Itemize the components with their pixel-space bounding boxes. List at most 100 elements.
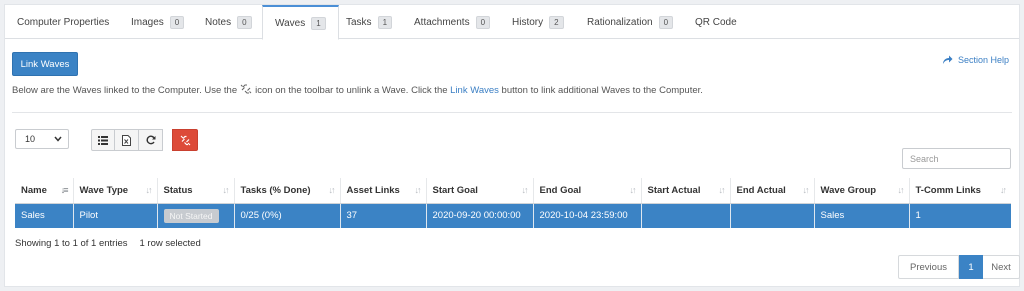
count-badge: 2 — [549, 15, 564, 29]
count-badge: 0 — [237, 15, 252, 29]
sort-icon: ↓↑ — [145, 185, 153, 195]
count-badge: 0 — [475, 15, 491, 29]
tab-label: History — [512, 16, 544, 28]
header-label: Asset Links — [346, 184, 400, 196]
header-label: Status — [163, 184, 193, 196]
tab-notes[interactable]: Notes 0 — [193, 5, 264, 39]
tab-history[interactable]: History 2 — [500, 5, 576, 39]
header-label: Name — [21, 184, 47, 196]
sort-icon: ↓↑ — [718, 185, 726, 195]
column-header-start-goal[interactable]: Start Goal ↓↑ — [426, 178, 534, 204]
excel-file-icon — [122, 134, 131, 146]
column-header-end-actual[interactable]: End Actual ↓↑ — [730, 178, 815, 204]
column-header-tcomm-links[interactable]: T-Comm Links ↓↑ — [909, 178, 1011, 204]
description-part: Below are the Waves linked to the Comput… — [12, 85, 238, 96]
tab-rationalization[interactable]: Rationalization 0 — [575, 5, 685, 39]
entries-info: Showing 1 to 1 of 1 entries — [15, 238, 128, 249]
link-waves-button[interactable]: Link Waves — [12, 52, 78, 76]
sort-icon: ↓↑ — [897, 185, 905, 195]
cell-name: Sales — [15, 203, 74, 228]
count-badge: 1 — [377, 15, 393, 29]
link-waves-inline-link[interactable]: Link Waves — [450, 85, 499, 96]
column-header-wave-type[interactable]: Wave Type ↓↑ — [73, 178, 158, 204]
refresh-icon — [146, 135, 155, 145]
tab-label: Computer Properties — [17, 16, 110, 28]
next-page-button[interactable]: Next — [983, 255, 1020, 279]
tab-label: Images — [131, 16, 164, 28]
table-header-row: Name ↓≡ Wave Type ↓↑ Status ↓↑ Tasks (% Don… — [15, 178, 1011, 204]
count-badge: 0 — [169, 15, 185, 29]
page-1-button[interactable]: 1 — [959, 255, 983, 279]
page-length-select[interactable]: 10 — [15, 129, 69, 149]
table-row[interactable]: Sales Pilot Not Started 0/25 (0%) 37 202… — [15, 203, 1011, 228]
tab-images[interactable]: Images 0 — [119, 5, 196, 39]
sort-icon: ↓↑ — [222, 185, 230, 195]
sort-icon: ↓↑ — [1000, 185, 1007, 195]
column-header-wave-group[interactable]: Wave Group ↓↑ — [814, 178, 910, 204]
column-header-end-goal[interactable]: End Goal ↓↑ — [533, 178, 642, 204]
waves-table: Name ↓≡ Wave Type ↓↑ Status ↓↑ Tasks (% Don… — [15, 178, 1011, 228]
section-help-label: Section Help — [957, 55, 1009, 65]
list-icon — [98, 135, 108, 145]
count-badge: 0 — [658, 15, 674, 29]
sort-icon: ↓↑ — [629, 185, 637, 195]
tab-computer-properties[interactable]: Computer Properties — [5, 5, 121, 39]
share-arrow-icon — [942, 55, 953, 64]
header-label: End Actual — [736, 184, 786, 196]
tab-attachments[interactable]: Attachments 0 — [402, 5, 502, 39]
cell-status: Not Started — [157, 203, 235, 228]
tab-label: QR Code — [695, 16, 737, 28]
header-label: Wave Group — [820, 184, 877, 196]
cell-start-actual — [641, 203, 731, 228]
table-info: Showing 1 to 1 of 1 entries 1 row selecte… — [15, 238, 201, 249]
cell-start-goal: 2020-09-20 00:00:00 — [426, 203, 534, 228]
header-label: T-Comm Links — [915, 184, 981, 196]
cell-tcomm-links: 1 — [909, 203, 1011, 228]
export-excel-button[interactable] — [115, 129, 139, 151]
description-text: Below are the Waves linked to the Comput… — [12, 84, 703, 96]
tab-qr-code[interactable]: QR Code — [683, 5, 749, 39]
previous-page-button[interactable]: Previous — [898, 255, 959, 279]
description-part: button to link additional Waves to the C… — [501, 85, 703, 96]
sort-icon: ↓↑ — [414, 185, 422, 195]
tab-tasks[interactable]: Tasks 1 — [334, 5, 404, 39]
tab-bar: Computer Properties Images 0 Notes 0 Waves… — [5, 5, 1019, 40]
page-length-value: 10 — [25, 134, 36, 144]
tab-waves[interactable]: Waves 1 — [262, 5, 339, 40]
search-input[interactable]: Search — [902, 148, 1011, 169]
sort-icon: ↓↑ — [328, 185, 336, 195]
cell-wave-type: Pilot — [73, 203, 158, 228]
unlink-wave-button[interactable] — [172, 129, 198, 151]
refresh-button[interactable] — [139, 129, 163, 151]
description-part: icon on the toolbar to unlink a Wave. Cl… — [255, 85, 448, 96]
tab-label: Waves — [275, 17, 306, 29]
header-label: Tasks (% Done) — [240, 184, 311, 196]
tab-label: Tasks — [346, 16, 372, 28]
sort-asc-icon: ↓≡ — [60, 185, 69, 195]
divider — [12, 112, 1012, 113]
tab-label: Rationalization — [587, 16, 653, 28]
tab-label: Notes — [205, 16, 232, 28]
header-label: Wave Type — [79, 184, 129, 196]
unlink-icon — [240, 84, 252, 94]
status-badge: Not Started — [163, 208, 219, 223]
cell-tasks: 0/25 (0%) — [234, 203, 341, 228]
column-header-tasks[interactable]: Tasks (% Done) ↓↑ — [234, 178, 341, 204]
column-header-asset-links[interactable]: Asset Links ↓↑ — [340, 178, 427, 204]
column-header-name[interactable]: Name ↓≡ — [15, 178, 74, 204]
count-badge: 1 — [311, 16, 326, 30]
selection-info: 1 row selected — [139, 238, 201, 249]
cell-end-goal: 2020-10-04 23:59:00 — [533, 203, 642, 228]
sort-icon: ↓↑ — [802, 185, 810, 195]
wave-panel: Computer Properties Images 0 Notes 0 Waves… — [4, 4, 1020, 287]
cell-asset-links: 37 — [340, 203, 427, 228]
header-label: Start Actual — [647, 184, 701, 196]
pagination: Previous 1 Next — [898, 255, 1020, 279]
column-header-status[interactable]: Status ↓↑ — [157, 178, 235, 204]
section-help-link[interactable]: Section Help — [942, 55, 1009, 65]
tab-label: Attachments — [414, 16, 470, 28]
column-list-button[interactable] — [91, 129, 115, 151]
header-label: End Goal — [539, 184, 582, 196]
header-label: Start Goal — [432, 184, 478, 196]
column-header-start-actual[interactable]: Start Actual ↓↑ — [641, 178, 731, 204]
